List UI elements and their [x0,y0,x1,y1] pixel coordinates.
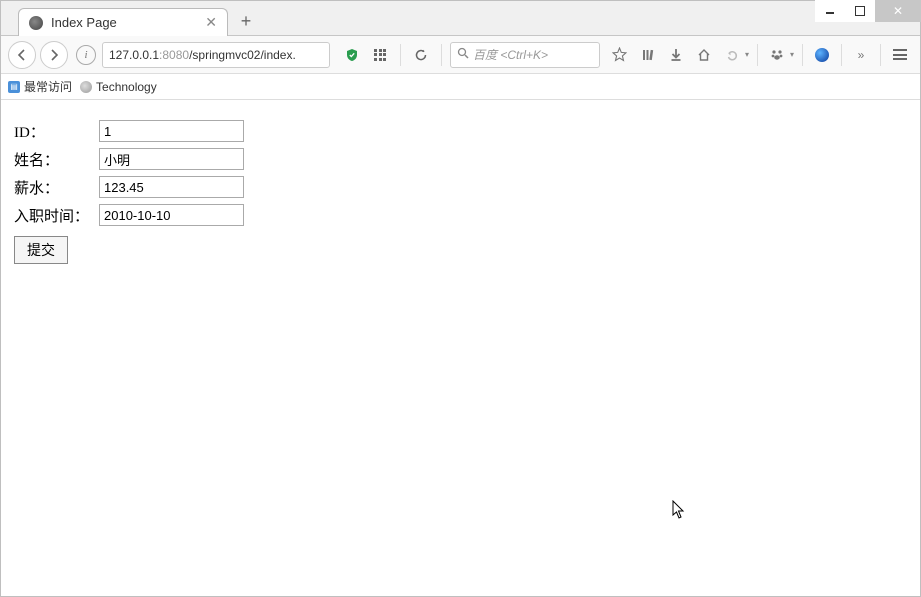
tab-bar: Index Page ✕ + [0,0,921,36]
arrow-right-icon [48,49,60,61]
bookmark-label: Technology [96,80,157,94]
extension-paw-button[interactable] [764,42,790,68]
url-bar[interactable]: 127.0.0.1:8080/springmvc02/index. [102,42,330,68]
arrow-left-icon [16,49,28,61]
search-bar[interactable]: 百度 <Ctrl+K> [450,42,600,68]
favicon-icon [29,16,43,30]
search-placeholder: 百度 <Ctrl+K> [473,46,548,63]
url-port: :8080 [159,48,189,62]
globe-icon [815,48,829,62]
bookmark-star-button[interactable] [607,42,633,68]
undo-icon [725,48,739,62]
page-content: ID： 姓名： 薪水： 入职时间： 提交 [0,100,921,597]
download-icon [669,48,683,62]
new-tab-button[interactable]: + [232,7,260,35]
form-row-id: ID： [14,119,244,143]
bookmark-technology[interactable]: Technology [80,80,157,94]
id-input[interactable] [99,120,244,142]
url-path: /springmvc02/index. [189,48,296,62]
library-icon [641,48,655,62]
separator [841,44,842,66]
reload-button[interactable] [409,43,433,67]
hiredate-input[interactable] [99,204,244,226]
bookmarks-bar: ▤ 最常访问 Technology [0,74,921,100]
separator [400,44,401,66]
downloads-button[interactable] [663,42,689,68]
separator [880,44,881,66]
dropdown-caret-icon[interactable]: ▾ [745,50,749,59]
salary-label: 薪水： [14,177,99,198]
window-minimize-button[interactable] [815,0,845,22]
overflow-button[interactable]: » [848,42,874,68]
forward-button[interactable] [40,41,68,69]
back-button[interactable] [8,41,36,69]
hiredate-label: 入职时间： [14,205,99,226]
nav-toolbar: i 127.0.0.1:8080/springmvc02/index. 百度 <… [0,36,921,74]
name-label: 姓名： [14,149,99,170]
name-input[interactable] [99,148,244,170]
submit-button[interactable]: 提交 [14,236,68,264]
search-icon [457,47,469,62]
separator [757,44,758,66]
window-maximize-button[interactable] [845,0,875,22]
bookmark-globe-icon [80,81,92,93]
bookmark-sheet-icon: ▤ [8,81,20,93]
qr-icon[interactable] [368,43,392,67]
form-table: ID： 姓名： 薪水： 入职时间： 提交 [14,115,244,269]
star-icon [612,47,627,62]
bookmark-most-visited[interactable]: ▤ 最常访问 [8,78,72,95]
extension-globe-button[interactable] [809,42,835,68]
home-icon [697,48,711,62]
id-label: ID： [14,121,99,142]
hamburger-icon [893,49,907,60]
form-row-salary: 薪水： [14,175,244,199]
dropdown-caret-icon[interactable]: ▾ [790,50,794,59]
form-row-hiredate: 入职时间： [14,203,244,227]
salary-input[interactable] [99,176,244,198]
tab-close-icon[interactable]: ✕ [205,14,217,31]
shield-icon[interactable] [340,43,364,67]
library-button[interactable] [635,42,661,68]
separator [441,44,442,66]
paw-icon [770,48,784,62]
form-row-name: 姓名： [14,147,244,171]
bookmark-label: 最常访问 [24,78,72,95]
window-close-button[interactable] [875,0,921,22]
reload-icon [414,48,428,62]
chevron-double-right-icon: » [858,48,865,62]
undo-button[interactable] [719,42,745,68]
tab-title: Index Page [51,15,197,30]
home-button[interactable] [691,42,717,68]
url-host: 127.0.0.1 [109,48,159,62]
browser-tab[interactable]: Index Page ✕ [18,8,228,36]
site-info-button[interactable]: i [76,45,96,65]
form-row-submit: 提交 [14,231,244,265]
menu-button[interactable] [887,42,913,68]
separator [802,44,803,66]
